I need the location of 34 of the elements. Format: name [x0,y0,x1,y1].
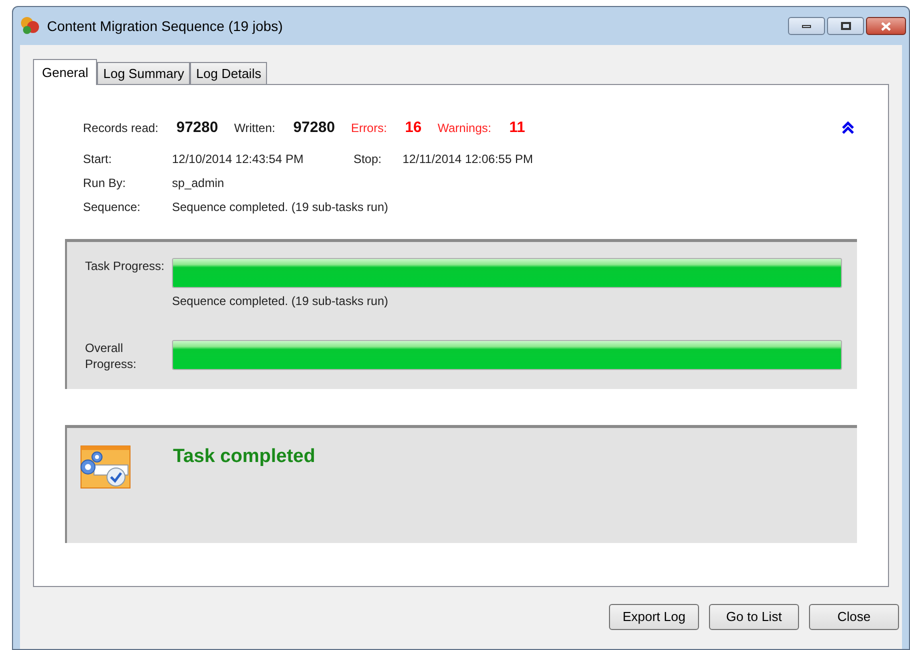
close-icon [881,22,891,30]
field-value: sp_admin [172,175,224,192]
stat-label: Warnings: [438,120,492,137]
dialog-button[interactable]: Go to List [709,604,799,630]
tab[interactable]: Log Details [190,62,268,84]
field-value: 12/11/2014 12:06:55 PM [402,151,533,168]
close-window-button[interactable] [866,17,906,35]
field-value: 12/10/2014 12:43:54 PM [172,151,304,168]
status-message: Task completed [173,445,316,469]
tab[interactable]: Log Summary [97,62,190,84]
stat-label: Records read: [83,120,158,137]
dialog-button[interactable]: Close [809,604,899,630]
tab[interactable]: General [33,59,98,85]
dialog-button[interactable]: Export Log [609,604,699,630]
progress-label: Task Progress: [85,258,166,274]
collapse-icon[interactable] [841,121,855,135]
stat-label: Written: [234,120,276,137]
app-icon [19,15,41,37]
window-title: Content Migration Sequence (19 jobs) [47,16,283,36]
stat-value: 97280 [293,118,335,138]
progress-note: Sequence completed. (19 sub-tasks run) [172,293,390,310]
field-label: Sequence: [83,199,142,216]
stat-label: Errors: [350,120,387,137]
field-label: Stop: [353,151,382,168]
task-status-icon [78,445,131,489]
progress-label: Overall Progress: [85,340,138,372]
field-label: Run By: [83,175,127,192]
field-value: Sequence completed. (19 sub-tasks run) [172,199,388,216]
field-label: Start: [83,151,113,168]
maximize-button[interactable] [827,17,864,35]
stat-value: 97280 [176,118,218,138]
stat-value: 11 [509,118,526,138]
stat-value: 16 [404,118,422,138]
minimize-button[interactable] [788,17,825,35]
